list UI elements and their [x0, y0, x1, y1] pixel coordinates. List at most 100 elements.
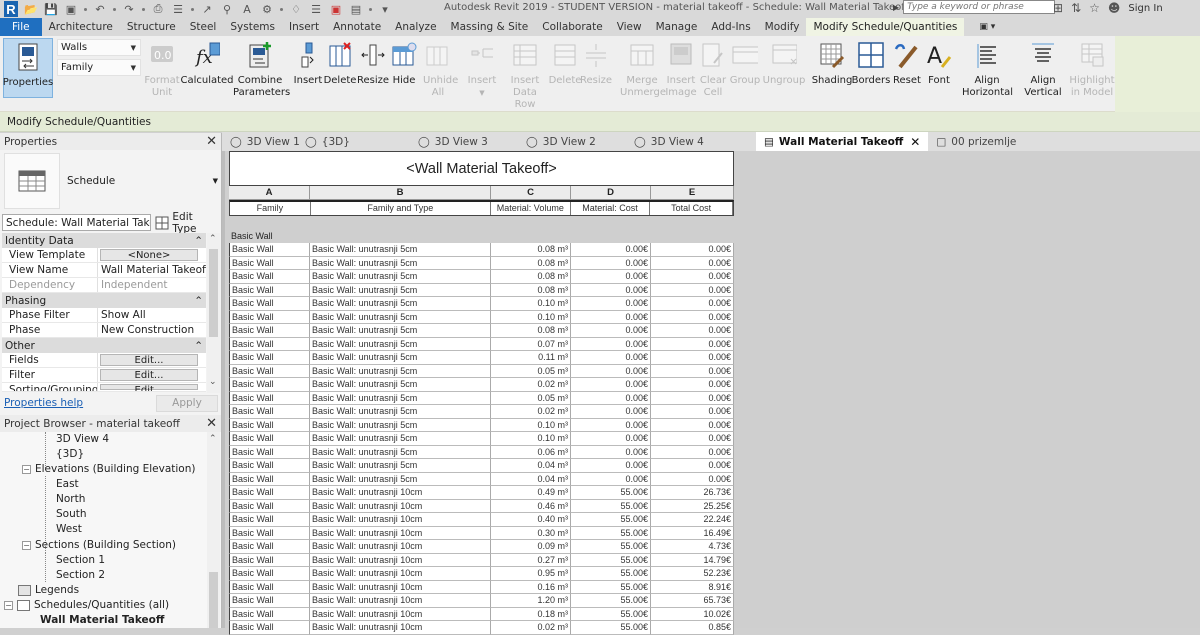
table-cell[interactable]: 0.05 m³: [491, 391, 571, 405]
table-cell[interactable]: 0.06 m³: [491, 445, 571, 459]
scroll-up-icon[interactable]: ⌃: [209, 434, 217, 444]
table-cell[interactable]: 0.00€: [571, 418, 651, 432]
table-cell[interactable]: Basic Wall: unutrasnji 5cm: [310, 297, 491, 311]
ribbon-display-toggle-icon[interactable]: ▣ ▾: [972, 18, 1002, 36]
tree-item[interactable]: − Elevations (Building Elevation): [22, 463, 195, 475]
properties-help-link[interactable]: Properties help: [4, 397, 83, 409]
table-cell[interactable]: Basic Wall: [229, 513, 310, 527]
group-button[interactable]: Group: [728, 36, 762, 87]
table-cell[interactable]: 0.00€: [651, 432, 734, 446]
table-cell[interactable]: Basic Wall: unutrasnji 10cm: [310, 486, 491, 500]
table-row[interactable]: Basic Wall Basic Wall: unutrasnji 5cm 0.08…: [229, 270, 734, 284]
table-cell[interactable]: 0.00€: [651, 378, 734, 392]
table-row[interactable]: Basic Wall Basic Wall: unutrasnji 10cm 0.9…: [229, 567, 734, 581]
table-row[interactable]: Basic Wall Basic Wall: unutrasnji 5cm 0.04…: [229, 472, 734, 486]
collapse-icon[interactable]: ⌃: [194, 340, 203, 352]
print-icon[interactable]: ⎙: [151, 2, 165, 16]
instance-select[interactable]: Schedule: Wall Material Takec ∨: [2, 214, 152, 231]
table-row[interactable]: Basic Wall Basic Wall: unutrasnji 5cm 0.08…: [229, 324, 734, 338]
table-cell[interactable]: 0.10 m³: [491, 310, 571, 324]
table-cell[interactable]: Basic Wall: unutrasnji 5cm: [310, 256, 491, 270]
section-icon[interactable]: ♢: [289, 2, 303, 16]
table-cell[interactable]: Basic Wall: unutrasnji 10cm: [310, 513, 491, 527]
column-letter[interactable]: E: [651, 186, 734, 200]
table-row[interactable]: Basic Wall Basic Wall: unutrasnji 10cm 0.4…: [229, 486, 734, 500]
table-row[interactable]: Basic Wall Basic Wall: unutrasnji 5cm 0.11…: [229, 351, 734, 365]
expand-arrow-icon[interactable]: ▶: [893, 3, 899, 12]
column-header[interactable]: Total Cost: [650, 202, 734, 215]
column-header[interactable]: Family and Type: [310, 202, 491, 215]
column-header[interactable]: Family: [230, 202, 311, 215]
table-cell[interactable]: 14.79€: [651, 553, 734, 567]
table-cell[interactable]: Basic Wall: unutrasnji 5cm: [310, 459, 491, 473]
sync-icon[interactable]: ▣: [64, 2, 78, 16]
table-cell[interactable]: 0.08 m³: [491, 283, 571, 297]
table-row[interactable]: Basic Wall Basic Wall: unutrasnji 5cm 0.08…: [229, 243, 734, 257]
table-cell[interactable]: Basic Wall: unutrasnji 5cm: [310, 243, 491, 257]
customize-qat-icon[interactable]: ▾: [378, 2, 392, 16]
table-cell[interactable]: Basic Wall: unutrasnji 10cm: [310, 499, 491, 513]
table-cell[interactable]: 55.00€: [571, 499, 651, 513]
table-cell[interactable]: 0.07 m³: [491, 337, 571, 351]
unhide-all-button[interactable]: Unhide All: [420, 36, 458, 99]
resize-row-button[interactable]: Resize: [580, 36, 612, 87]
column-letter[interactable]: B: [310, 186, 491, 200]
column-header[interactable]: Material: Volume: [490, 202, 571, 215]
table-cell[interactable]: Basic Wall: unutrasnji 5cm: [310, 270, 491, 284]
subscription-icon[interactable]: ⇅: [1071, 1, 1081, 15]
group-phasing[interactable]: Phasing ⌃: [2, 293, 206, 308]
highlight-in-model-button[interactable]: Highlight in Model: [1068, 36, 1116, 99]
tab-collaborate[interactable]: Collaborate: [535, 18, 609, 36]
tree-item[interactable]: {3D}: [56, 448, 84, 460]
tree-item[interactable]: Section 2: [56, 569, 105, 581]
revit-logo-icon[interactable]: R: [4, 1, 18, 17]
table-cell[interactable]: 10.02€: [651, 607, 734, 621]
table-cell[interactable]: Basic Wall: [229, 243, 310, 257]
table-cell[interactable]: 4.73€: [651, 540, 734, 554]
table-cell[interactable]: 0.00€: [651, 391, 734, 405]
table-cell[interactable]: 0.27 m³: [491, 553, 571, 567]
table-cell[interactable]: Basic Wall: [229, 472, 310, 486]
table-cell[interactable]: 0.00€: [651, 405, 734, 419]
ungroup-button[interactable]: Ungroup: [762, 36, 806, 87]
table-row[interactable]: Basic Wall Basic Wall: unutrasnji 10cm 0.0…: [229, 540, 734, 554]
table-cell[interactable]: 55.00€: [571, 486, 651, 500]
table-cell[interactable]: 0.00€: [571, 310, 651, 324]
table-cell[interactable]: 22.24€: [651, 513, 734, 527]
scrollbar-thumb[interactable]: [209, 249, 218, 337]
table-cell[interactable]: 0.00€: [651, 256, 734, 270]
tab-add-ins[interactable]: Add-Ins: [704, 18, 757, 36]
table-cell[interactable]: 0.00€: [571, 364, 651, 378]
tab-insert[interactable]: Insert: [282, 18, 326, 36]
table-cell[interactable]: 0.00€: [651, 472, 734, 486]
table-cell[interactable]: 0.95 m³: [491, 567, 571, 581]
table-cell[interactable]: Basic Wall: [229, 445, 310, 459]
table-cell[interactable]: Basic Wall: [229, 310, 310, 324]
table-cell[interactable]: 0.00€: [651, 243, 734, 257]
search-input[interactable]: [903, 0, 1056, 14]
table-cell[interactable]: 0.00€: [571, 256, 651, 270]
table-cell[interactable]: Basic Wall: [229, 391, 310, 405]
table-row[interactable]: Basic Wall Basic Wall: unutrasnji 5cm 0.04…: [229, 459, 734, 473]
group-identity-data[interactable]: Identity Data ⌃: [2, 233, 206, 248]
table-cell[interactable]: 0.04 m³: [491, 459, 571, 473]
table-cell[interactable]: Basic Wall: [229, 378, 310, 392]
close-tab-icon[interactable]: ✕: [910, 135, 920, 149]
table-cell[interactable]: Basic Wall: unutrasnji 10cm: [310, 540, 491, 554]
table-cell[interactable]: 0.00€: [651, 337, 734, 351]
table-cell[interactable]: 55.00€: [571, 526, 651, 540]
view-tab[interactable]: ◯ 3D View 4: [626, 132, 756, 151]
view-tab[interactable]: ◯ {3D}: [297, 132, 410, 151]
table-cell[interactable]: Basic Wall: [229, 364, 310, 378]
table-cell[interactable]: Basic Wall: [229, 594, 310, 608]
calculated-button[interactable]: fx Calculated: [180, 36, 234, 87]
table-cell[interactable]: Basic Wall: unutrasnji 5cm: [310, 445, 491, 459]
tab-modify[interactable]: Modify: [758, 18, 807, 36]
table-cell[interactable]: Basic Wall: [229, 580, 310, 594]
table-cell[interactable]: Basic Wall: [229, 526, 310, 540]
table-cell[interactable]: Basic Wall: [229, 607, 310, 621]
table-cell[interactable]: 0.08 m³: [491, 256, 571, 270]
table-row[interactable]: Basic Wall Basic Wall: unutrasnji 10cm 0.1…: [229, 607, 734, 621]
properties-button[interactable]: Properties: [3, 38, 53, 98]
borders-button[interactable]: Borders: [852, 36, 890, 87]
